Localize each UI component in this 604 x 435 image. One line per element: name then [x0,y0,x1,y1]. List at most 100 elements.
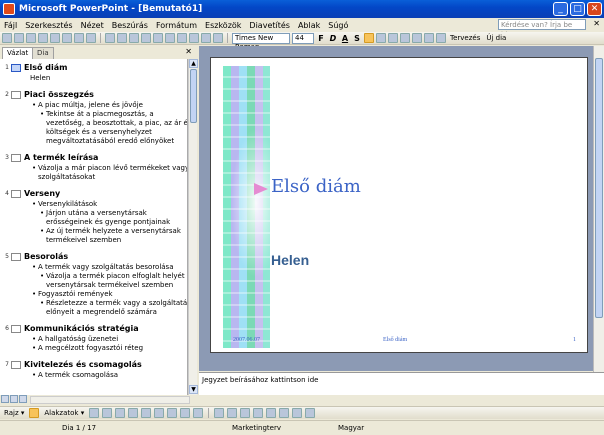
help-search-input[interactable]: Kérdése van? Írja be ide. [498,19,586,39]
arrow-style-icon[interactable] [279,408,290,418]
tab-outline[interactable]: Vázlat [2,47,34,59]
outline-text-line[interactable]: Az új termék helyzete a versenytársak [46,227,181,236]
slideshow-icon[interactable] [19,395,27,403]
redo-icon[interactable] [165,33,175,43]
insert-chart-icon[interactable] [177,33,187,43]
outline-text-line[interactable]: Járjon utána a versenytársak [46,209,147,218]
outline-text-line[interactable]: A termék vagy szolgáltatás besorolása [38,263,174,272]
diagram-icon[interactable] [167,408,178,418]
slide-title[interactable]: Első diám [271,176,361,197]
scroll-down-icon[interactable]: ▼ [189,385,198,394]
bullets-icon[interactable] [412,33,422,43]
increase-font-icon[interactable] [424,33,434,43]
cut-icon[interactable] [105,33,115,43]
shadow-style-icon[interactable] [292,408,303,418]
menu-insert[interactable]: Beszúrás [108,21,152,30]
oval-icon[interactable] [128,408,139,418]
line-icon[interactable] [89,408,100,418]
save-icon[interactable] [26,33,36,43]
email-icon[interactable] [50,33,60,43]
outline-text-line[interactable]: Vázolja a termék piacon elfoglalt helyét… [46,272,187,281]
dash-style-icon[interactable] [266,408,277,418]
outline-text-line[interactable]: Vázolja a már piacon lévő termékeket vag… [38,164,187,173]
outline-text-line[interactable]: versenytársak termékeivel szemben [46,281,173,290]
paste-icon[interactable] [129,33,139,43]
outline-slide-7[interactable]: 7 Kivitelezés és csomagolás [0,359,142,370]
slide-subtitle[interactable]: Helen [271,252,309,268]
select-pointer-icon[interactable] [29,408,40,418]
outline-slide-1[interactable]: 1 Első diám [0,62,67,73]
font-size-select[interactable]: 44 [292,32,314,44]
line-style-icon[interactable] [253,408,264,418]
decrease-indent-icon[interactable] [436,33,446,43]
outline-text-line[interactable]: megváltoztatásából eredő előnyöket [46,137,174,146]
outline-scroll-thumb[interactable] [190,69,197,123]
slide-scroll-thumb[interactable] [595,58,603,318]
print-icon[interactable] [62,33,72,43]
outline-text-line[interactable]: erősségeinek és gyenge pontjainak [46,218,170,227]
3d-style-icon[interactable] [305,408,316,418]
shadow-button[interactable]: S [352,34,362,43]
menu-tools[interactable]: Eszközök [201,21,245,30]
outline-text-line[interactable]: vezetőség, a beosztottak, a piac, az ár … [46,119,187,128]
picture-icon[interactable] [193,408,204,418]
outline-text-line[interactable]: Részletezze a termék vagy a szolgáltatás [46,299,187,308]
align-right-icon[interactable] [388,33,398,43]
autoshapes-menu-button[interactable]: Alakzatok ▾ [42,409,86,417]
slide-canvas[interactable]: Első diám Helen 2007.06.07 Első diám 1 [210,57,588,353]
outline-text-line[interactable]: A megcélzott fogyasztói réteg [38,344,143,353]
pane-close-icon[interactable]: ✕ [185,47,192,56]
outline-text-line[interactable]: Versenykilátások [38,200,97,209]
italic-button[interactable]: D [328,34,338,43]
outline-slide-title[interactable]: Első diám [24,63,67,72]
outline-text-line[interactable]: költségek és a versenyhelyzet [46,128,152,137]
textbox-icon[interactable] [141,408,152,418]
outline-text-line[interactable]: Tekintse át a piacmegosztás, a [46,110,154,119]
menu-view[interactable]: Nézet [77,21,108,30]
font-name-select[interactable]: Times New Roman [232,32,290,51]
undo-icon[interactable] [153,33,163,43]
menu-edit[interactable]: Szerkesztés [21,21,76,30]
outline-slide-title[interactable]: Kivitelezés és csomagolás [24,360,142,369]
outline-slide-3[interactable]: 3 A termék leírása [0,152,98,163]
slide-thumbnail-icon[interactable] [11,153,21,162]
outline-scrollbar[interactable]: ▲ ▼ [188,59,198,395]
permission-icon[interactable] [38,33,48,43]
new-document-icon[interactable] [2,33,12,43]
line-color-icon[interactable] [227,408,238,418]
outline-slide-5[interactable]: 5 Besorolás [0,251,68,262]
outline-slide-title[interactable]: Verseny [24,189,60,198]
spelling-icon[interactable] [86,33,96,43]
rectangle-icon[interactable] [115,408,126,418]
maximize-button[interactable]: □ [570,2,585,16]
outline-horizontal-scrollbar[interactable] [30,396,190,404]
format-painter-icon[interactable] [141,33,151,43]
slide-scrollbar[interactable] [593,46,604,372]
slide-thumbnail-icon[interactable] [11,90,21,99]
notes-pane[interactable]: Jegyzet beírásához kattintson ide [199,372,604,395]
outline-text-line[interactable]: termékeivel szemben [46,236,121,245]
align-center-icon[interactable] [376,33,386,43]
arrow-icon[interactable] [102,408,113,418]
slide-thumbnail-icon[interactable] [11,189,21,198]
outline-text-line[interactable]: A piac múltja, jelene és jövője [38,101,143,110]
scroll-up-icon[interactable]: ▲ [189,59,198,68]
align-left-icon[interactable] [364,33,374,43]
close-button[interactable]: ✕ [587,2,602,16]
document-close-icon[interactable]: ✕ [593,19,600,28]
zoom-icon[interactable] [201,33,211,43]
slide-thumbnail-icon[interactable] [11,63,21,72]
print-preview-icon[interactable] [74,33,84,43]
outline-slide-title[interactable]: Piaci összegzés [24,90,94,99]
slide-sorter-icon[interactable] [10,395,18,403]
outline-text-line[interactable]: szolgáltatásokat [38,173,95,182]
tab-slides[interactable]: Dia [32,47,54,59]
powerpoint-app-icon[interactable] [3,3,15,15]
help-icon[interactable] [213,33,223,43]
open-folder-icon[interactable] [14,33,24,43]
outline-slide-title[interactable]: Besorolás [24,252,68,261]
menu-format[interactable]: Formátum [152,21,201,30]
copy-icon[interactable] [117,33,127,43]
design-button[interactable]: Tervezés [448,34,482,42]
wordart-icon[interactable] [154,408,165,418]
